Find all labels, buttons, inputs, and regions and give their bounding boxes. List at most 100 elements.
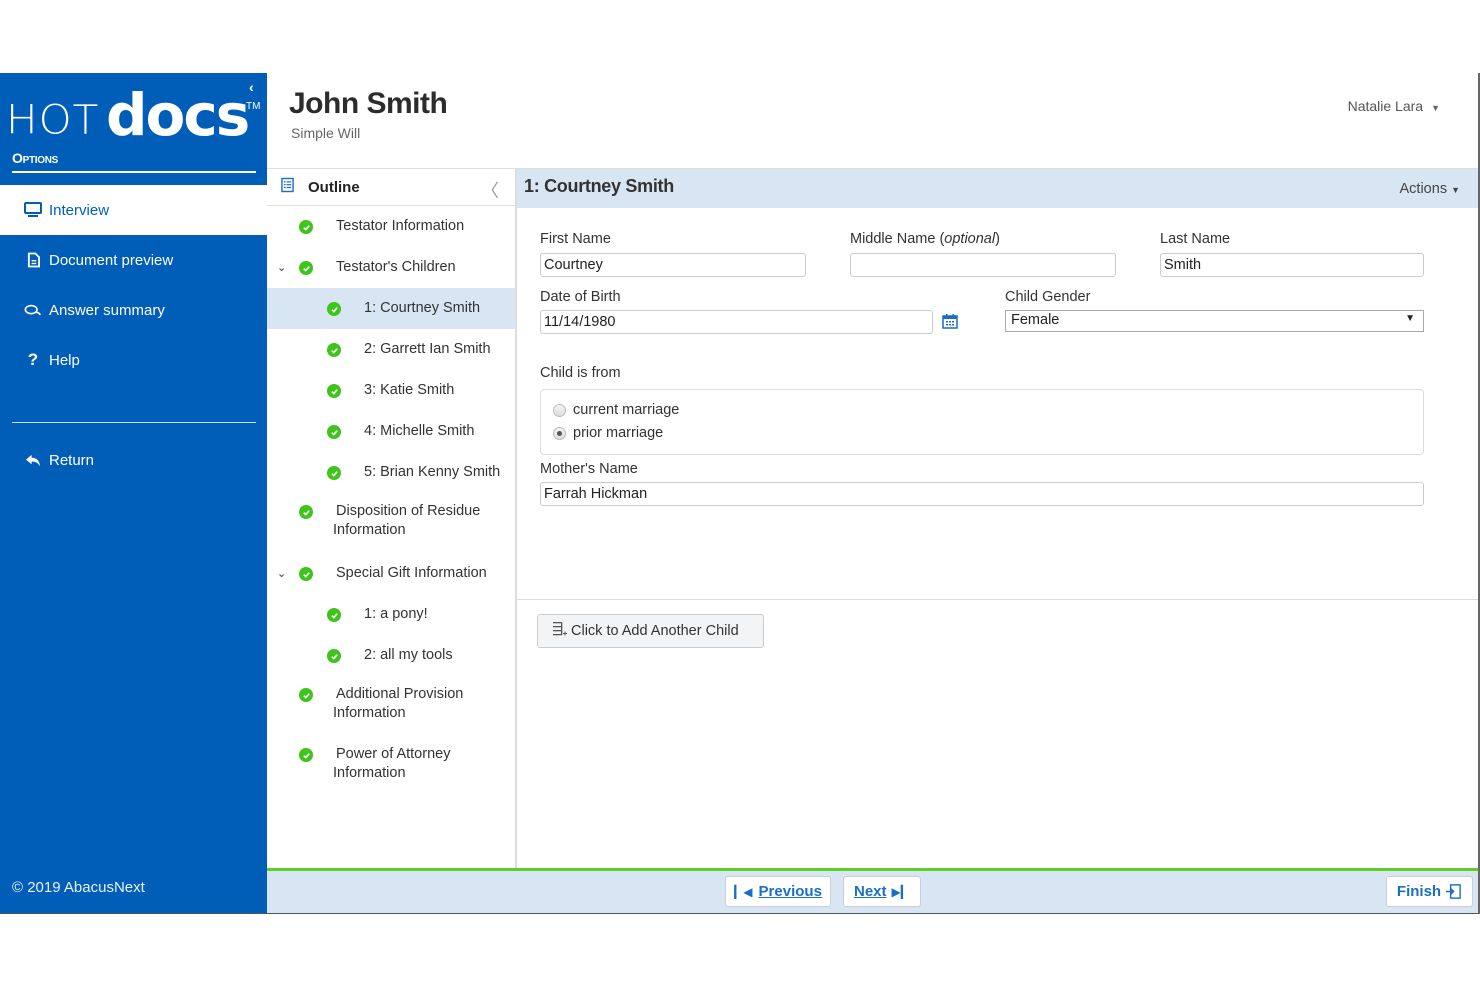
check-circle-icon: [299, 748, 313, 762]
outline-item[interactable]: Additional ProvisionInformation: [267, 676, 515, 736]
middle-name-label-text: Middle Name: [850, 231, 935, 247]
sidebar-item-help[interactable]: ? Help: [0, 335, 267, 385]
outline-item[interactable]: 2: all my tools: [267, 635, 515, 676]
sidebar-item-return[interactable]: Return: [0, 435, 267, 485]
outline-item[interactable]: 2: Garrett Ian Smith: [267, 329, 515, 370]
radio-label: prior marriage: [573, 425, 663, 441]
mother-name-label: Mother's Name: [540, 461, 638, 477]
skip-forward-icon: ▶▎: [892, 885, 910, 899]
calendar-icon[interactable]: [942, 313, 958, 329]
mother-name-input[interactable]: [540, 482, 1424, 506]
add-another-child-button[interactable]: Click to Add Another Child: [537, 614, 764, 648]
outline-item-text: Special Gift Information: [336, 565, 487, 581]
finish-label: Finish: [1397, 883, 1441, 900]
chevron-down-icon[interactable]: ⌄: [277, 567, 286, 580]
return-arrow-icon: [24, 451, 42, 469]
first-name-input[interactable]: [540, 253, 806, 277]
skip-back-icon: ▎◀: [734, 885, 752, 899]
radio-button[interactable]: [553, 404, 566, 417]
outline-header: Outline 〈: [267, 169, 515, 206]
outline-item-text: 5: Brian Kenny Smith: [364, 464, 500, 480]
child-from-label: Child is from: [540, 365, 621, 381]
outline-item[interactable]: ⌄ Special Gift Information: [267, 553, 515, 594]
dob-input[interactable]: [540, 310, 933, 334]
options-sidebar: HOT docs TM ‹ Options Interview Document…: [0, 73, 267, 913]
dialog-header: 1: Courtney Smith Actions▼: [517, 169, 1478, 208]
outline-item-text: 3: Katie Smith: [364, 382, 454, 398]
previous-label: Previous: [759, 883, 822, 900]
outline-item[interactable]: 5: Brian Kenny Smith: [267, 452, 515, 493]
outline-list: Testator Information ⌄Testator's Children…: [267, 206, 515, 796]
caret-down-icon: ▼: [1431, 103, 1440, 113]
sidebar-item-interview[interactable]: Interview: [0, 185, 267, 235]
check-circle-icon: [327, 384, 341, 398]
check-circle-icon: [327, 608, 341, 622]
sidebar-item-label: Document preview: [49, 252, 173, 269]
sidebar-item-label: Help: [49, 352, 80, 369]
previous-button[interactable]: ▎◀ Previous: [725, 876, 831, 907]
page-title: John Smith: [289, 87, 447, 121]
first-name-label: First Name: [540, 231, 611, 247]
outline-item-text-line2: Information: [333, 765, 406, 781]
outline-item-text: 2: all my tools: [364, 647, 453, 663]
optional-label: optional: [944, 231, 995, 247]
form-divider: [517, 599, 1478, 600]
check-circle-icon: [299, 567, 313, 581]
outline-item-label: 1: a pony!: [364, 605, 428, 624]
radio-label: current marriage: [573, 402, 679, 418]
chat-bubbles-icon: [24, 301, 42, 319]
outline-item-label: 1: Courtney Smith: [364, 299, 480, 318]
chevron-down-icon[interactable]: ⌄: [277, 261, 286, 274]
sidebar-item-document-preview[interactable]: Document preview: [0, 235, 267, 285]
logo-trademark: TM: [246, 101, 260, 112]
outline-item[interactable]: Disposition of ResidueInformation: [267, 493, 515, 553]
radio-button-checked[interactable]: [553, 427, 566, 440]
add-button-label: Click to Add Another Child: [571, 623, 739, 639]
finish-button[interactable]: Finish: [1386, 876, 1473, 907]
sidebar-item-label: Answer summary: [49, 302, 165, 319]
gender-select[interactable]: Female ▼: [1005, 310, 1424, 332]
user-name: Natalie Lara: [1348, 98, 1424, 114]
actions-label: Actions: [1400, 181, 1448, 197]
footer-nav: ▎◀ Previous Next ▶▎ Finish: [267, 868, 1478, 913]
check-circle-icon: [299, 688, 313, 702]
outline-item[interactable]: 4: Michelle Smith: [267, 411, 515, 452]
outline-item-label: Disposition of ResidueInformation: [336, 502, 480, 540]
outline-item-text: 1: a pony!: [364, 606, 428, 622]
radio-current-marriage[interactable]: current marriage: [553, 402, 679, 418]
outline-item-text: 4: Michelle Smith: [364, 423, 474, 439]
outline-title: Outline: [308, 179, 360, 196]
middle-name-input[interactable]: [850, 253, 1116, 277]
collapse-sidebar-icon[interactable]: ‹: [249, 79, 254, 95]
sidebar-item-label: Return: [49, 452, 94, 469]
outline-item[interactable]: ⌄Testator's Children: [267, 247, 515, 288]
user-menu[interactable]: Natalie Lara ▼: [1348, 98, 1440, 114]
outline-item[interactable]: 1: Courtney Smith: [267, 288, 515, 329]
logo-text-light: HOT: [6, 96, 99, 143]
outline-item-text: 2: Garrett Ian Smith: [364, 341, 491, 357]
outline-item[interactable]: Testator Information: [267, 206, 515, 247]
add-row-icon: [552, 620, 568, 642]
check-circle-icon: [299, 261, 313, 275]
outline-item-text: Power of Attorney: [336, 746, 450, 762]
outline-item-label: 5: Brian Kenny Smith: [364, 463, 500, 482]
sidebar-item-answer-summary[interactable]: Answer summary: [0, 285, 267, 335]
check-circle-icon: [299, 505, 313, 519]
next-button[interactable]: Next ▶▎: [843, 876, 921, 907]
collapse-outline-icon[interactable]: 〈: [481, 177, 499, 203]
last-name-input[interactable]: [1160, 253, 1424, 277]
middle-name-label: Middle Name (optional): [850, 231, 1000, 247]
page-subtitle: Simple Will: [291, 125, 360, 141]
outline-item[interactable]: 1: a pony!: [267, 594, 515, 635]
copyright: © 2019 AbacusNext: [12, 879, 145, 896]
outline-item-text-line2: Information: [333, 522, 406, 538]
outline-item[interactable]: 3: Katie Smith: [267, 370, 515, 411]
interview-form: 1: Courtney Smith Actions▼ First Name Mi…: [517, 169, 1478, 868]
outline-item[interactable]: Power of Attorney Information: [267, 736, 515, 796]
monitor-icon: [24, 201, 42, 219]
gender-selected-value: Female: [1011, 312, 1059, 328]
actions-menu[interactable]: Actions▼: [1400, 181, 1460, 197]
outline-item-label: Testator Information: [336, 217, 464, 236]
check-circle-icon: [327, 425, 341, 439]
radio-prior-marriage[interactable]: prior marriage: [553, 425, 663, 441]
